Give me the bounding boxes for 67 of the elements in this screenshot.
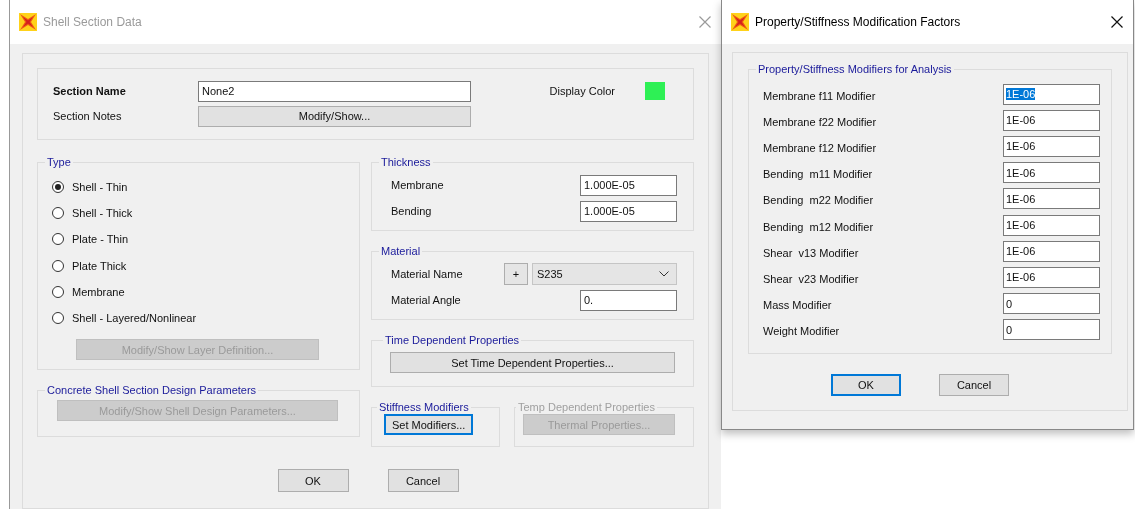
radio-button[interactable] <box>52 207 64 220</box>
section-name-label: Section Name <box>53 85 127 97</box>
window-title: Property/Stiffness Modification Factors <box>755 15 961 29</box>
field-label: Bending <box>391 205 432 217</box>
dialog-button[interactable]: OK <box>277 469 349 492</box>
radio-label[interactable]: Plate Thick <box>72 259 127 272</box>
section-name-field[interactable]: None2 <box>198 80 471 102</box>
modifier-field[interactable]: 1E-06 <box>1003 162 1100 184</box>
radio-label[interactable]: Shell - Thin <box>72 181 128 194</box>
time-dependent-button[interactable]: Set Time Dependent Properties... <box>390 352 675 373</box>
chevron-down-icon <box>659 271 669 277</box>
field-label: Membrane <box>391 179 444 191</box>
display-color-label: Display Color <box>549 85 615 97</box>
dialog-button[interactable]: OK <box>831 373 901 396</box>
modifier-label: Mass Modifier <box>763 298 832 312</box>
set-modifiers-button[interactable]: Set Modifiers... <box>384 414 474 435</box>
modifier-field[interactable]: 1E-06 <box>1003 240 1100 262</box>
modifier-label: Membrane f12 Modifier <box>763 140 877 154</box>
field-label: Material Angle <box>391 294 461 306</box>
material-dropdown[interactable]: S235 <box>532 263 677 285</box>
modifier-label: Bending m11 Modifier <box>763 167 873 181</box>
radio-label[interactable]: Shell - Layered/Nonlinear <box>72 312 197 325</box>
radio-button[interactable] <box>52 312 64 325</box>
group-title: Material <box>380 245 422 257</box>
radio-button[interactable] <box>52 285 64 298</box>
modifier-label: Bending m12 Modifier <box>763 219 874 233</box>
group-title: Thickness <box>380 156 432 168</box>
field-label: Material Name <box>391 268 463 280</box>
window-title: Shell Section Data <box>43 15 142 29</box>
group-title: Time Dependent Properties <box>384 334 521 346</box>
logo-icon <box>731 13 749 31</box>
modifier-field[interactable]: 1E-06 <box>1003 266 1100 288</box>
modifier-field[interactable]: 1E-06 <box>1003 188 1100 210</box>
radio-button[interactable] <box>52 233 64 246</box>
modifier-field[interactable]: 0 <box>1003 319 1100 341</box>
add-material-button[interactable]: + <box>504 263 528 285</box>
modifier-field[interactable]: 1E-06 <box>1003 109 1100 131</box>
modifier-field[interactable]: 1E-06 <box>1003 214 1100 236</box>
modify-show-button[interactable]: Modify/Show... <box>198 105 471 127</box>
modifier-label: Shear v23 Modifier <box>763 271 859 285</box>
logo-icon <box>19 13 37 31</box>
group-title: Temp Dependent Properties <box>517 401 656 413</box>
dialog-button[interactable]: Cancel <box>939 373 1009 396</box>
modifier-label: Shear v13 Modifier <box>763 245 859 259</box>
group-title: Type <box>46 156 72 168</box>
radio-label[interactable]: Shell - Thick <box>72 207 133 220</box>
radio-label[interactable]: Membrane <box>72 285 125 298</box>
modifier-field[interactable]: 0 <box>1003 293 1100 315</box>
thickness-field[interactable]: 1.000E-05 <box>580 174 677 196</box>
group-title: Concrete Shell Section Design Parameters <box>46 384 258 396</box>
modifier-label: Membrane f22 Modifier <box>763 114 877 128</box>
group-title: Property/Stiffness Modifiers for Analysis <box>757 63 953 75</box>
group-title: Stiffness Modifiers <box>378 401 470 413</box>
radio-button[interactable] <box>52 259 64 272</box>
thickness-field[interactable]: 1.000E-05 <box>580 200 677 222</box>
radio-button[interactable] <box>52 181 64 194</box>
modifier-label: Weight Modifier <box>763 324 840 338</box>
modifier-field[interactable]: 1E-06 <box>1003 83 1100 105</box>
dialog-button[interactable]: Cancel <box>387 469 459 492</box>
radio-label[interactable]: Plate - Thin <box>72 233 129 246</box>
section-notes-label: Section Notes <box>53 110 123 122</box>
close-icon[interactable] <box>1111 16 1123 28</box>
angle-field[interactable]: 0. <box>580 289 677 311</box>
color-swatch[interactable] <box>645 82 665 100</box>
modifier-label: Bending m22 Modifier <box>763 193 874 207</box>
modifier-field[interactable]: 1E-06 <box>1003 135 1100 157</box>
modifier-label: Membrane f11 Modifier <box>763 88 876 102</box>
